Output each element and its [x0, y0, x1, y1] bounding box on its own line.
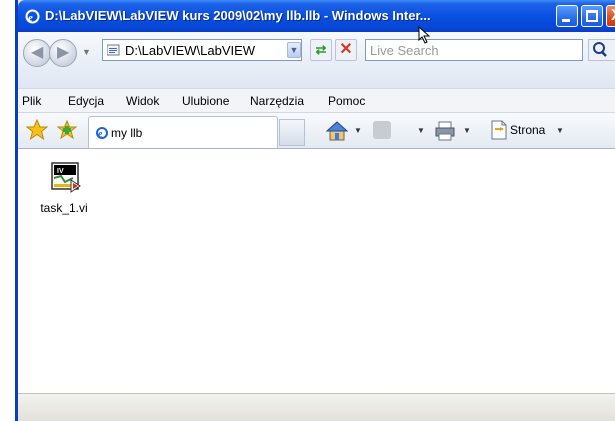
command-bar: e my llb ▼ ▼ ▼ Strona ▼: [18, 112, 615, 148]
menu-edycja[interactable]: Edycja: [68, 94, 104, 108]
search-placeholder: Live Search: [370, 43, 439, 58]
address-row: ◀ ▶ ▼ D:\LabVIEW\LabVIEW ▼ ⇄ ✕ Live Sear…: [18, 32, 615, 88]
menu-narzedzia[interactable]: Narzędzia: [250, 94, 304, 108]
menu-plik[interactable]: Plik: [22, 94, 41, 108]
search-input[interactable]: Live Search: [365, 39, 583, 61]
title-bar[interactable]: e D:\LabVIEW\LabVIEW kurs 2009\02\my llb…: [18, 0, 615, 32]
page-menu-label[interactable]: Strona: [510, 123, 545, 137]
forward-arrow-icon: ▶: [57, 44, 70, 61]
forward-button[interactable]: ▶: [49, 39, 77, 67]
tab-label: my llb: [111, 126, 143, 140]
labview-vi-icon: IV: [51, 162, 81, 193]
page-dropdown-icon[interactable]: ▼: [556, 126, 564, 135]
status-bar: [18, 393, 615, 421]
menu-bar: Plik Edycja Widok Ulubione Narzędzia Pom…: [18, 88, 615, 112]
file-name: task_1.vi: [40, 201, 88, 215]
search-button[interactable]: [588, 39, 615, 61]
folder-page-icon: [107, 44, 120, 56]
search-icon: [593, 42, 607, 57]
ie-logo-icon: e: [25, 9, 40, 24]
menu-widok[interactable]: Widok: [126, 94, 159, 108]
maximize-button[interactable]: [581, 5, 603, 27]
menu-ulubione[interactable]: Ulubione: [182, 94, 229, 108]
window-title: D:\LabVIEW\LabVIEW kurs 2009\02\my llb.l…: [45, 8, 431, 23]
folder-view: IV task_1.vi: [18, 148, 615, 393]
svg-text:IV: IV: [57, 168, 64, 175]
svg-text:e: e: [98, 129, 103, 140]
stop-button[interactable]: ✕: [335, 39, 357, 61]
menu-pomoc[interactable]: Pomoc: [328, 94, 365, 108]
svg-text:e: e: [28, 12, 33, 24]
browser-window: e D:\LabVIEW\LabVIEW kurs 2009\02\my llb…: [15, 0, 615, 421]
add-favorites-icon[interactable]: [56, 119, 78, 141]
back-arrow-icon: ◀: [31, 44, 44, 61]
rss-feed-icon[interactable]: [373, 121, 391, 139]
address-bar[interactable]: D:\LabVIEW\LabVIEW ▼: [102, 39, 302, 61]
tab-my-llb[interactable]: e my llb: [88, 116, 278, 148]
ie-page-icon: e: [96, 127, 108, 140]
print-icon[interactable]: [434, 120, 456, 142]
minimize-button[interactable]: [556, 5, 578, 27]
address-dropdown-icon[interactable]: ▼: [287, 42, 301, 58]
refresh-icon: ⇄: [315, 42, 327, 57]
address-text: D:\LabVIEW\LabVIEW: [125, 43, 256, 58]
refresh-button[interactable]: ⇄: [310, 39, 332, 61]
page-icon[interactable]: [490, 120, 508, 140]
mouse-pointer-icon: [418, 26, 430, 44]
back-button[interactable]: ◀: [23, 39, 51, 67]
home-icon[interactable]: [326, 120, 348, 142]
minimize-icon: [562, 19, 570, 22]
close-icon: X: [611, 7, 615, 25]
maximize-icon: [586, 10, 598, 22]
favorites-star-icon[interactable]: [26, 119, 48, 141]
home-dropdown-icon[interactable]: ▼: [354, 126, 362, 135]
close-button[interactable]: X: [606, 5, 615, 27]
feed-dropdown-icon[interactable]: ▼: [417, 126, 425, 135]
print-dropdown-icon[interactable]: ▼: [463, 126, 471, 135]
file-item[interactable]: IV task_1.vi: [31, 162, 91, 222]
new-tab-button[interactable]: [279, 119, 305, 146]
stop-icon: ✕: [339, 41, 353, 58]
history-dropdown-icon[interactable]: ▼: [82, 47, 91, 57]
